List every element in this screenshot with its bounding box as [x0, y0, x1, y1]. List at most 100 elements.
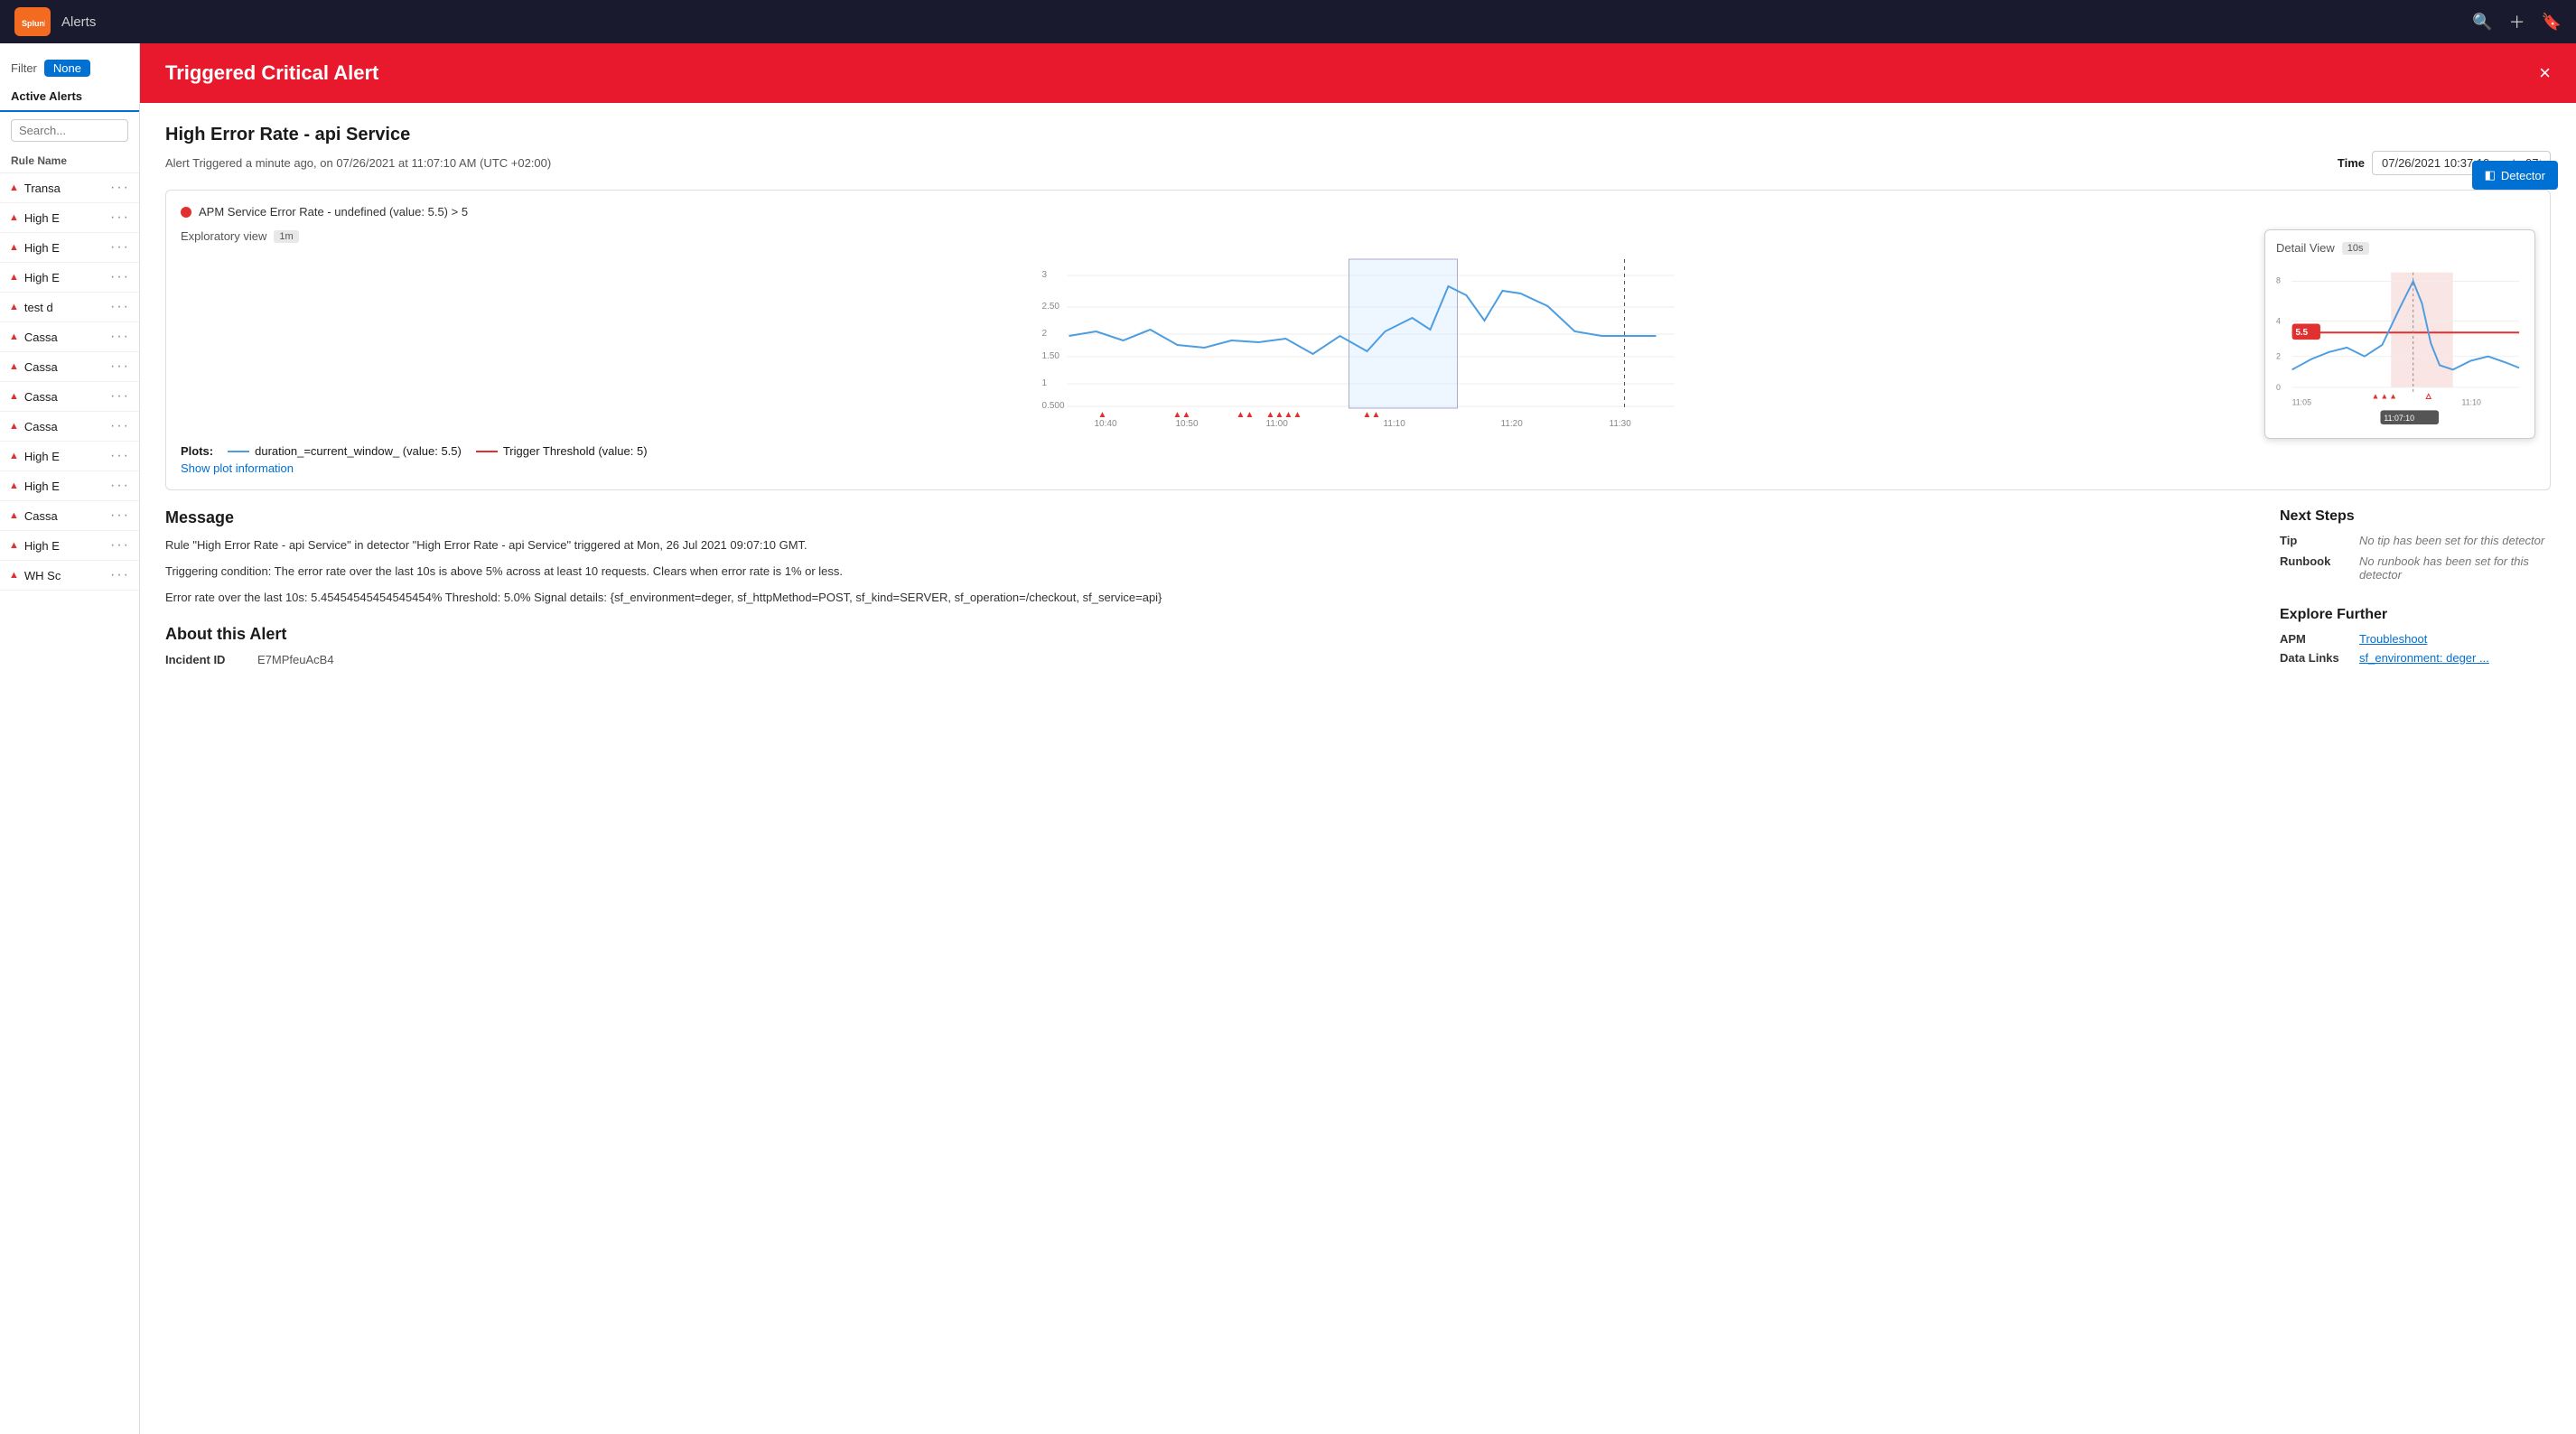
detail-view: Detail View 10s 8 4 2 0 — [2264, 229, 2535, 439]
more-options-icon[interactable]: ··· — [110, 478, 130, 494]
more-options-icon[interactable]: ··· — [110, 567, 130, 583]
sidebar-item[interactable]: ▲ Cassa ··· — [0, 382, 139, 412]
tip-row: Tip No tip has been set for this detecto… — [2280, 534, 2551, 547]
message-text-1: Rule "High Error Rate - api Service" in … — [165, 536, 2262, 555]
more-options-icon[interactable]: ··· — [110, 239, 130, 256]
message-text-3: Error rate over the last 10s: 5.45454545… — [165, 589, 2262, 608]
svg-text:▲: ▲ — [1173, 410, 1182, 420]
sidebar-item-label: WH Sc — [24, 569, 61, 582]
more-options-icon[interactable]: ··· — [110, 507, 130, 524]
severity-icon: ▲ — [9, 182, 19, 193]
sidebar-item[interactable]: ▲ Cassa ··· — [0, 412, 139, 442]
modal-body: High Error Rate - api Service Alert Trig… — [140, 103, 2576, 692]
about-title: About this Alert — [165, 625, 2262, 644]
condition-text: APM Service Error Rate - undefined (valu… — [199, 205, 468, 219]
svg-text:▲: ▲ — [1275, 410, 1284, 420]
severity-icon: ▲ — [9, 272, 19, 283]
show-plot-link[interactable]: Show plot information — [181, 461, 294, 475]
more-options-icon[interactable]: ··· — [110, 269, 130, 285]
severity-icon: ▲ — [9, 302, 19, 312]
apm-link[interactable]: Troubleshoot — [2359, 632, 2551, 646]
sidebar-item[interactable]: ▲ High E ··· — [0, 471, 139, 501]
active-alerts-tab[interactable]: Active Alerts — [0, 82, 139, 112]
alert-title: High Error Rate - api Service — [165, 125, 2551, 145]
more-options-icon[interactable]: ··· — [110, 388, 130, 405]
svg-text:▲: ▲ — [1363, 410, 1372, 420]
filter-none-button[interactable]: None — [44, 60, 90, 77]
left-panel: Message Rule "High Error Rate - api Serv… — [165, 508, 2262, 670]
sidebar-item[interactable]: ▲ Cassa ··· — [0, 352, 139, 382]
sidebar-item[interactable]: ▲ High E ··· — [0, 263, 139, 293]
close-button[interactable]: × — [2539, 63, 2551, 83]
exploratory-label: Exploratory view — [181, 229, 266, 243]
rule-name-header: Rule Name — [0, 149, 139, 173]
more-options-icon[interactable]: ··· — [110, 299, 130, 315]
severity-icon: ▲ — [9, 421, 19, 432]
incident-value: E7MPfeuAcB4 — [257, 653, 334, 666]
svg-text:▲: ▲ — [1293, 410, 1302, 420]
explore-title: Explore Further — [2280, 607, 2551, 623]
sidebar-item[interactable]: ▲ Cassa ··· — [0, 501, 139, 531]
severity-icon: ▲ — [9, 331, 19, 342]
search-input[interactable] — [11, 119, 128, 142]
more-options-icon[interactable]: ··· — [110, 537, 130, 554]
modal-title: Triggered Critical Alert — [165, 61, 378, 85]
sidebar-item[interactable]: ▲ High E ··· — [0, 233, 139, 263]
triggered-alert-modal: Triggered Critical Alert × High Error Ra… — [140, 43, 2576, 1434]
more-options-icon[interactable]: ··· — [110, 448, 130, 464]
exploratory-view: Exploratory view 1m 3 2.50 2 1.50 1 0.50… — [181, 229, 2535, 433]
svg-text:▲: ▲ — [2389, 392, 2397, 401]
svg-text:Splunk>: Splunk> — [22, 19, 45, 28]
sidebar-item-label: High E — [24, 271, 60, 284]
plot-line-blue — [228, 451, 249, 452]
sidebar-item[interactable]: ▲ Cassa ··· — [0, 322, 139, 352]
search-icon[interactable]: 🔍 — [2472, 13, 2492, 32]
svg-text:0: 0 — [2276, 383, 2281, 392]
svg-text:11:00: 11:00 — [1266, 419, 1289, 429]
splunk-logo: Splunk> — [14, 7, 51, 36]
svg-text:11:30: 11:30 — [1610, 419, 1632, 429]
sidebar-item-label: High E — [24, 450, 60, 463]
sidebar: Filter None Active Alerts Rule Name ▲ Tr… — [0, 43, 140, 1434]
svg-text:8: 8 — [2276, 275, 2281, 284]
sidebar-item-label: High E — [24, 241, 60, 255]
plot2-label: Trigger Threshold (value: 5) — [503, 444, 648, 458]
exploratory-badge: 1m — [274, 230, 298, 243]
plots-row: Plots: duration_=current_window_ (value:… — [181, 444, 2535, 458]
data-links-value[interactable]: sf_environment: deger ... — [2359, 651, 2551, 665]
svg-text:2: 2 — [1042, 329, 1048, 339]
sidebar-item[interactable]: ▲ WH Sc ··· — [0, 561, 139, 591]
svg-text:1: 1 — [1042, 378, 1048, 388]
detail-chart-svg: 8 4 2 0 5.5 — [2276, 262, 2524, 424]
severity-icon: ▲ — [9, 570, 19, 581]
next-steps-title: Next Steps — [2280, 508, 2551, 525]
modal-header: Triggered Critical Alert × — [140, 43, 2576, 103]
sidebar-item[interactable]: ▲ High E ··· — [0, 442, 139, 471]
sidebar-item[interactable]: ▲ test d ··· — [0, 293, 139, 322]
next-steps: Next Steps Tip No tip has been set for t… — [2280, 508, 2551, 589]
more-options-icon[interactable]: ··· — [110, 210, 130, 226]
bookmark-icon[interactable]: 🔖 — [2542, 13, 2562, 32]
incident-label: Incident ID — [165, 653, 247, 666]
exploratory-chart-svg: 3 2.50 2 1.50 1 0.500 — [181, 250, 2535, 431]
svg-text:▲: ▲ — [1182, 410, 1191, 420]
plot1-label: duration_=current_window_ (value: 5.5) — [255, 444, 462, 458]
more-options-icon[interactable]: ··· — [110, 329, 130, 345]
severity-icon: ▲ — [9, 510, 19, 521]
add-icon[interactable]: ＋ — [2509, 10, 2525, 33]
apm-label: APM — [2280, 632, 2352, 646]
more-options-icon[interactable]: ··· — [110, 180, 130, 196]
alert-triggered-text: Alert Triggered a minute ago, on 07/26/2… — [165, 156, 551, 170]
svg-text:▲: ▲ — [2380, 392, 2388, 401]
sidebar-item[interactable]: ▲ Transa ··· — [0, 173, 139, 203]
more-options-icon[interactable]: ··· — [110, 358, 130, 375]
detector-button[interactable]: ◧ Detector — [2472, 161, 2558, 190]
severity-icon: ▲ — [9, 361, 19, 372]
runbook-row: Runbook No runbook has been set for this… — [2280, 554, 2551, 582]
sidebar-item-label: test d — [24, 301, 53, 314]
svg-text:▲: ▲ — [1098, 410, 1107, 420]
sidebar-item[interactable]: ▲ High E ··· — [0, 531, 139, 561]
topbar-title: Alerts — [61, 14, 96, 30]
sidebar-item[interactable]: ▲ High E ··· — [0, 203, 139, 233]
more-options-icon[interactable]: ··· — [110, 418, 130, 434]
